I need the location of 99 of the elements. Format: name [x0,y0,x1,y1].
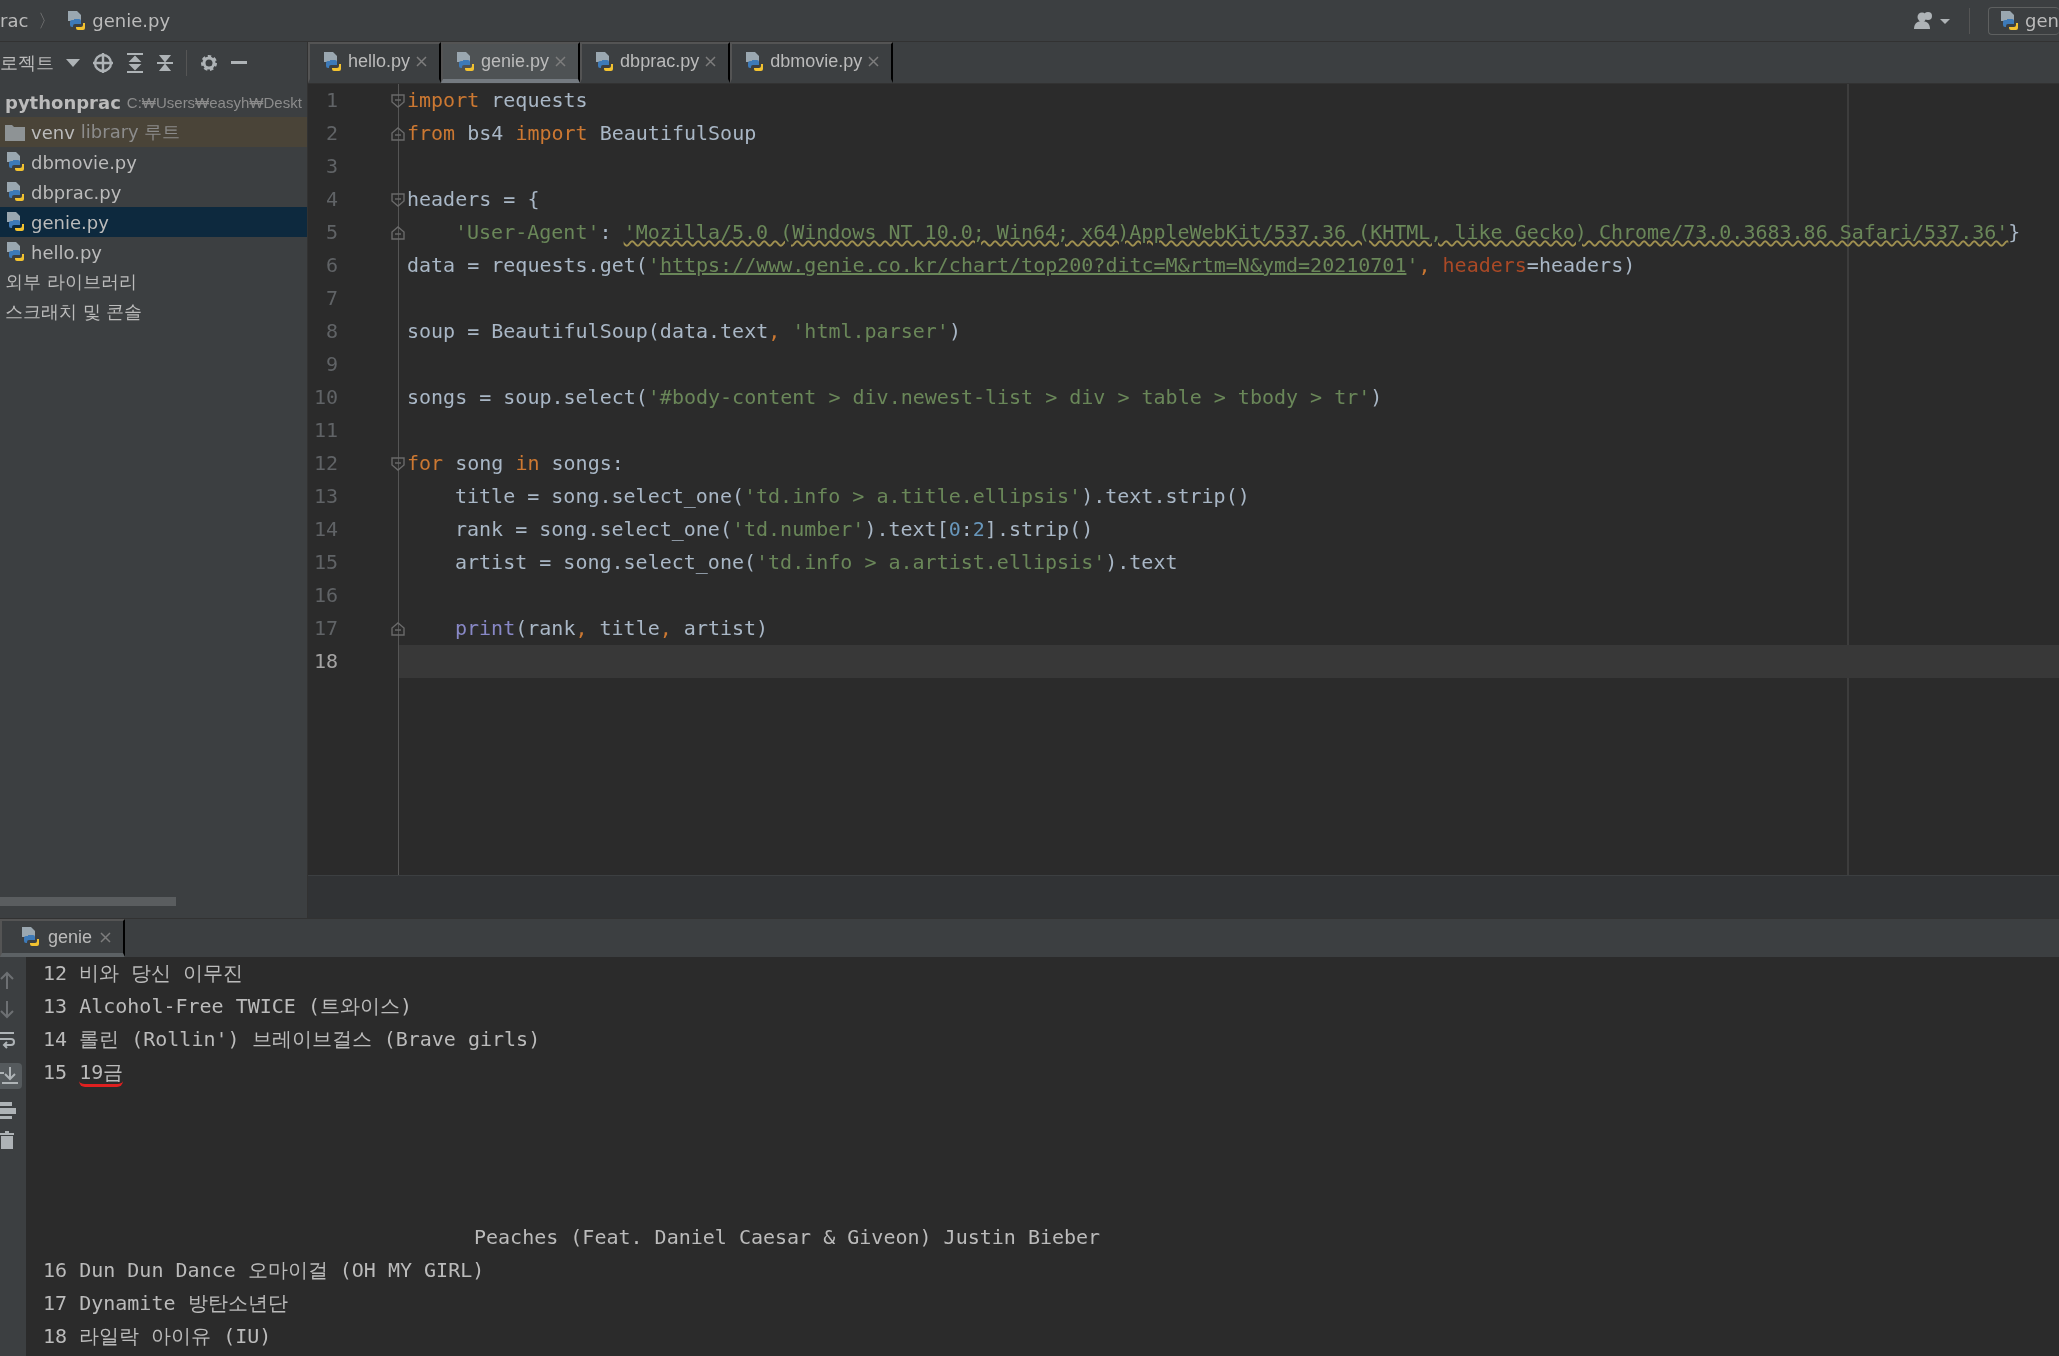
close-icon[interactable] [555,56,567,67]
code-line: rank = song.select_one('td.number').text[0:2].strip() [454,516,1095,543]
line-number: 18 [312,648,339,675]
tree-item[interactable]: venv library 루트 [0,117,307,147]
trash-icon[interactable] [0,1131,14,1149]
python-file-icon [1999,9,2020,32]
close-icon[interactable] [416,56,428,67]
line-number: 15 [312,549,339,576]
python-file-icon [744,50,765,73]
fold-marker-icon[interactable] [391,193,405,207]
line-number: 9 [324,351,339,378]
tree-item[interactable]: genie.py [0,207,307,237]
line-number: 7 [324,285,339,312]
minimize-icon[interactable] [231,61,247,65]
console-line: 16 Dun Dun Dance 오마이걸 (OH MY GIRL) [43,1257,486,1284]
code-line: import requests [399,84,2059,117]
editor-tab[interactable]: genie.py [441,42,581,83]
python-file-icon [5,181,25,203]
python-file-icon [66,9,87,32]
console-line: 15 19금 [43,1056,2059,1089]
code-line: 'User-Agent': 'Mozilla/5.0 (Windows NT 10.0; Win64; x64)AppleWebKit/537.36 (KHTML, like Gecko) Chrome/73.0.3683.86 Safari/537.36'} [399,216,2059,249]
folder-note: library 루트 [80,120,181,144]
python-file-icon [5,211,25,233]
tree-item[interactable]: hello.py [0,237,307,267]
code-line: title = song.select_one('td.info > a.title.ellipsis').text.strip() [454,483,1251,510]
tree-item-label: venv [31,121,75,143]
close-icon[interactable] [100,931,112,943]
line-number: 6 [324,252,339,279]
line-number: 5 [324,219,339,246]
close-icon[interactable] [868,56,880,67]
python-file-icon [5,241,25,263]
tree-item[interactable]: pythonprac C:₩Users₩easyh₩Deskt [0,87,307,117]
up-arrow-icon[interactable] [0,971,14,989]
panel-title[interactable]: 로젝트 [0,51,54,75]
line-number: 10 [312,384,339,411]
soft-wrap-icon[interactable] [0,1031,16,1051]
console-line: 14 롤린 (Rollin') 브레이브걸스 (Brave girls) [43,1026,542,1053]
code-line: print(rank, title, artist) [399,612,2059,645]
tree-item-label: dbmovie.py [31,151,137,173]
tree-item[interactable]: dbmovie.py [0,147,307,177]
fold-marker-icon[interactable] [391,457,405,471]
code-line: headers = { [399,183,2059,216]
scroll-to-end-icon[interactable] [0,1063,22,1089]
line-number: 13 [312,483,339,510]
fold-marker-icon[interactable] [391,127,405,141]
breadcrumb-project[interactable]: rac [0,10,29,31]
line-number: 2 [324,120,339,147]
line-number: 4 [324,186,339,213]
run-config-selector[interactable]: gen [1988,6,2059,35]
code-line: for song in songs: [399,447,2059,480]
breadcrumb-separator: 〉 [38,8,57,33]
line-number: 8 [324,318,339,345]
scrollbar-thumb[interactable] [0,896,176,906]
code-line: songs = soup.select('#body-content > div.newest-list > div > table > tbody > tr') [406,384,1384,411]
breadcrumb-file[interactable]: genie.py [92,10,171,31]
project-path: C:₩Users₩easyh₩Deskt [126,93,302,111]
console-line: 17 Dynamite 방탄소년단 [43,1290,289,1317]
fold-marker-icon[interactable] [391,226,405,240]
tree-item-label: dbprac.py [31,181,122,203]
line-number: 14 [312,516,339,543]
code-line: data = requests.get('https://www.genie.co.kr/chart/top200?ditc=M&rtm=N&ymd=20210701', headers=headers) [406,252,1637,279]
print-icon[interactable] [0,1101,16,1119]
line-number: 17 [312,615,339,642]
collapse-all-icon[interactable] [156,53,174,73]
line-number: 16 [312,582,339,609]
tree-item-label: 외부 라이브러리 [5,270,137,294]
line-number: 1 [324,87,339,114]
code-line: from bs4 import BeautifulSoup [399,117,2059,150]
tree-item-label: pythonprac [5,91,121,113]
tree-item-label: 스크래치 및 콘솔 [5,300,143,324]
console-line: 18 라일락 아이유 (IU) [43,1323,273,1350]
console-line: 13 Alcohol-Free TWICE (트와이스) [43,993,413,1020]
tree-item[interactable]: 외부 라이브러리 [0,267,307,297]
crosshair-icon[interactable] [92,52,114,74]
fold-marker-icon[interactable] [391,622,405,636]
console-line: Peaches (Feat. Daniel Caesar & Giveon) Justin Bieber [473,1224,1102,1251]
close-icon[interactable] [705,56,717,67]
line-number: 11 [312,417,339,444]
line-number: 12 [312,450,339,477]
tree-item-label: genie.py [31,211,109,233]
run-tab[interactable]: genie [0,919,126,957]
python-file-icon [594,50,615,73]
code-line: artist = song.select_one('td.info > a.artist.ellipsis').text [454,549,1179,576]
python-file-icon [455,50,476,73]
settings-icon[interactable] [199,53,219,73]
tree-item[interactable]: dbprac.py [0,177,307,207]
line-number: 3 [324,153,339,180]
console-line: 12 비와 당신 이무진 [43,960,245,987]
code-line: soup = BeautifulSoup(data.text, 'html.parser') [406,318,962,345]
tree-item[interactable]: 스크래치 및 콘솔 [0,297,307,327]
python-file-icon [20,926,40,948]
python-file-icon [5,151,25,173]
dropdown-caret-icon[interactable] [66,59,80,67]
down-arrow-icon[interactable] [0,1001,14,1019]
folder-icon [5,123,25,141]
expand-all-icon[interactable] [126,53,144,73]
fold-marker-icon[interactable] [391,94,405,108]
python-file-icon [322,50,342,73]
tree-item-label: hello.py [31,241,102,263]
